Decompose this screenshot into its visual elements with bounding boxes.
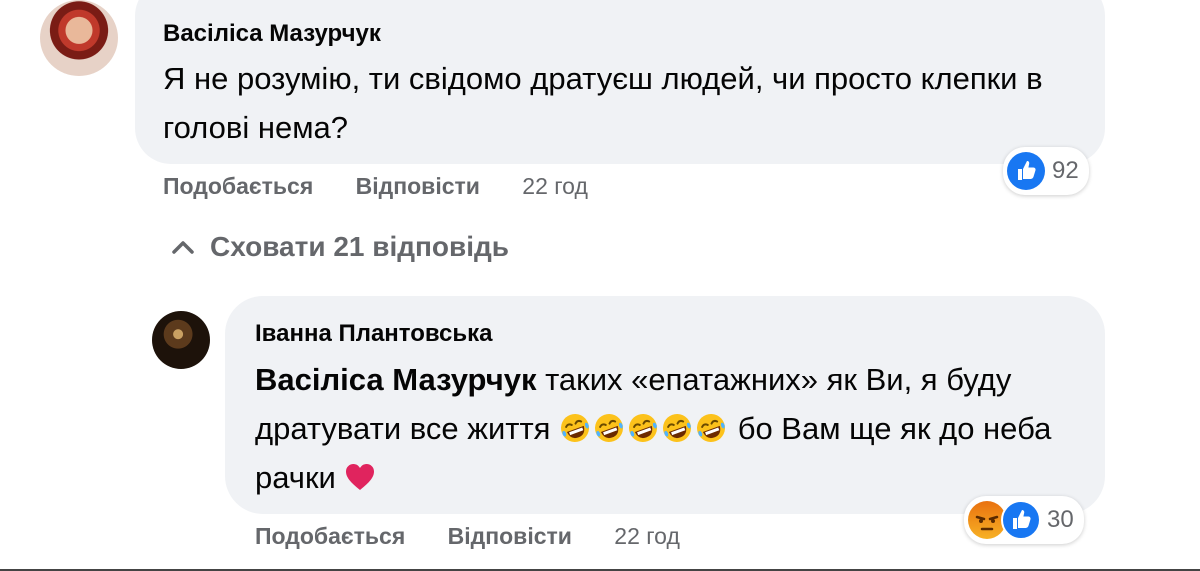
reaction-count: 92 (1052, 157, 1079, 184)
timestamp[interactable]: 22 год (614, 523, 680, 549)
comment-actions: Подобається Відповісти 22 год (163, 173, 624, 200)
reply-link[interactable]: Відповісти (356, 173, 480, 199)
like-icon (1007, 152, 1045, 190)
like-link[interactable]: Подобається (163, 173, 313, 199)
reply-text: Васіліса Мазурчук таких «епатажних» як В… (255, 355, 1075, 502)
reply-link[interactable]: Відповісти (448, 523, 572, 549)
laughing-emoji-icon (629, 414, 658, 442)
laughing-emoji-icon (697, 414, 726, 442)
reply-author[interactable]: Іванна Плантовська (255, 320, 493, 348)
avatar[interactable] (40, 0, 118, 76)
like-icon (1001, 500, 1041, 540)
hide-replies-toggle[interactable]: Сховати 21 відповідь (172, 231, 509, 263)
reactions-summary[interactable]: 92 (1003, 147, 1089, 195)
comment-text: Я не розумію, ти свідомо дратуєш людей, … (163, 61, 1043, 145)
mention-link[interactable]: Васіліса Мазурчук (255, 362, 536, 397)
reactions-summary[interactable]: 30 (964, 496, 1084, 544)
reaction-count: 30 (1047, 506, 1074, 533)
timestamp[interactable]: 22 год (522, 173, 588, 199)
like-link[interactable]: Подобається (255, 523, 405, 549)
heart-icon (346, 464, 375, 490)
hide-replies-label: Сховати 21 відповідь (210, 231, 510, 262)
laughing-emoji-icon (663, 414, 692, 442)
laughing-emojis (559, 411, 729, 446)
chevron-up-icon (172, 241, 194, 254)
laughing-emoji-icon (561, 414, 590, 442)
reply-actions: Подобається Відповісти 22 год (255, 523, 716, 550)
comment-author[interactable]: Васіліса Мазурчук (163, 20, 381, 48)
laughing-emoji-icon (595, 414, 624, 442)
avatar[interactable] (152, 311, 210, 369)
